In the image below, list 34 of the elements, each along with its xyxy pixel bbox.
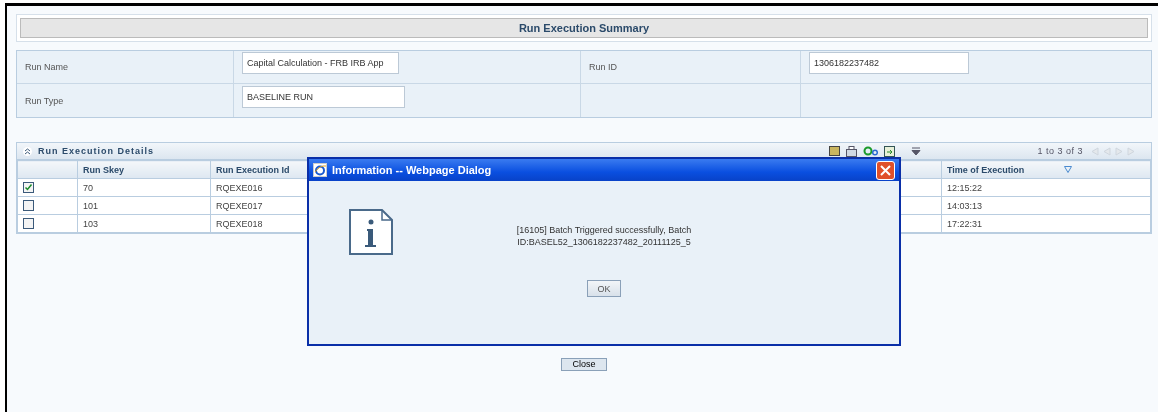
grid-icon[interactable] (829, 146, 841, 156)
section-title: Run Execution Details (38, 146, 155, 156)
section-title: Run Execution Summary (20, 18, 1148, 38)
table-cell: 17:22:31 (941, 214, 1151, 233)
close-button[interactable]: Close (561, 358, 607, 371)
browser-icon (313, 163, 327, 177)
close-icon (880, 164, 891, 176)
input-field[interactable]: 1306182237482 (809, 52, 969, 74)
checkbox[interactable] (23, 200, 34, 212)
table-cell: 14:03:13 (941, 196, 1151, 215)
checkbox[interactable] (23, 218, 34, 230)
sort-icon[interactable] (1064, 165, 1073, 173)
table-cell: 70 (77, 178, 211, 197)
table-cell: 103 (77, 214, 211, 233)
pagination-icon (1089, 146, 1135, 156)
info-icon (349, 209, 393, 255)
ok-button[interactable]: OK (587, 280, 621, 297)
filter-icon[interactable] (911, 146, 922, 156)
field-label: Run Type (25, 95, 64, 106)
export-icon[interactable] (884, 145, 896, 157)
column-header: Run Skey (77, 160, 211, 179)
field-label: Run ID (589, 62, 617, 72)
close-button[interactable] (876, 160, 895, 180)
input-field[interactable]: Capital Calculation - FRB IRB App (242, 52, 399, 74)
table-cell: 101 (77, 196, 211, 215)
gear-icon[interactable] (863, 146, 879, 156)
checkbox[interactable] (23, 182, 34, 194)
dialog-title: Information -- Webpage Dialog (332, 164, 493, 176)
column-header: Time of Execution (941, 160, 1151, 179)
input-field[interactable]: BASELINE RUN (242, 85, 405, 108)
field-label: Run Name (25, 62, 69, 72)
pagination-text: 1 to 3 of 3 (1037, 146, 1083, 156)
table-cell: 12:15:22 (941, 178, 1151, 197)
collapse-icon[interactable] (23, 146, 32, 156)
